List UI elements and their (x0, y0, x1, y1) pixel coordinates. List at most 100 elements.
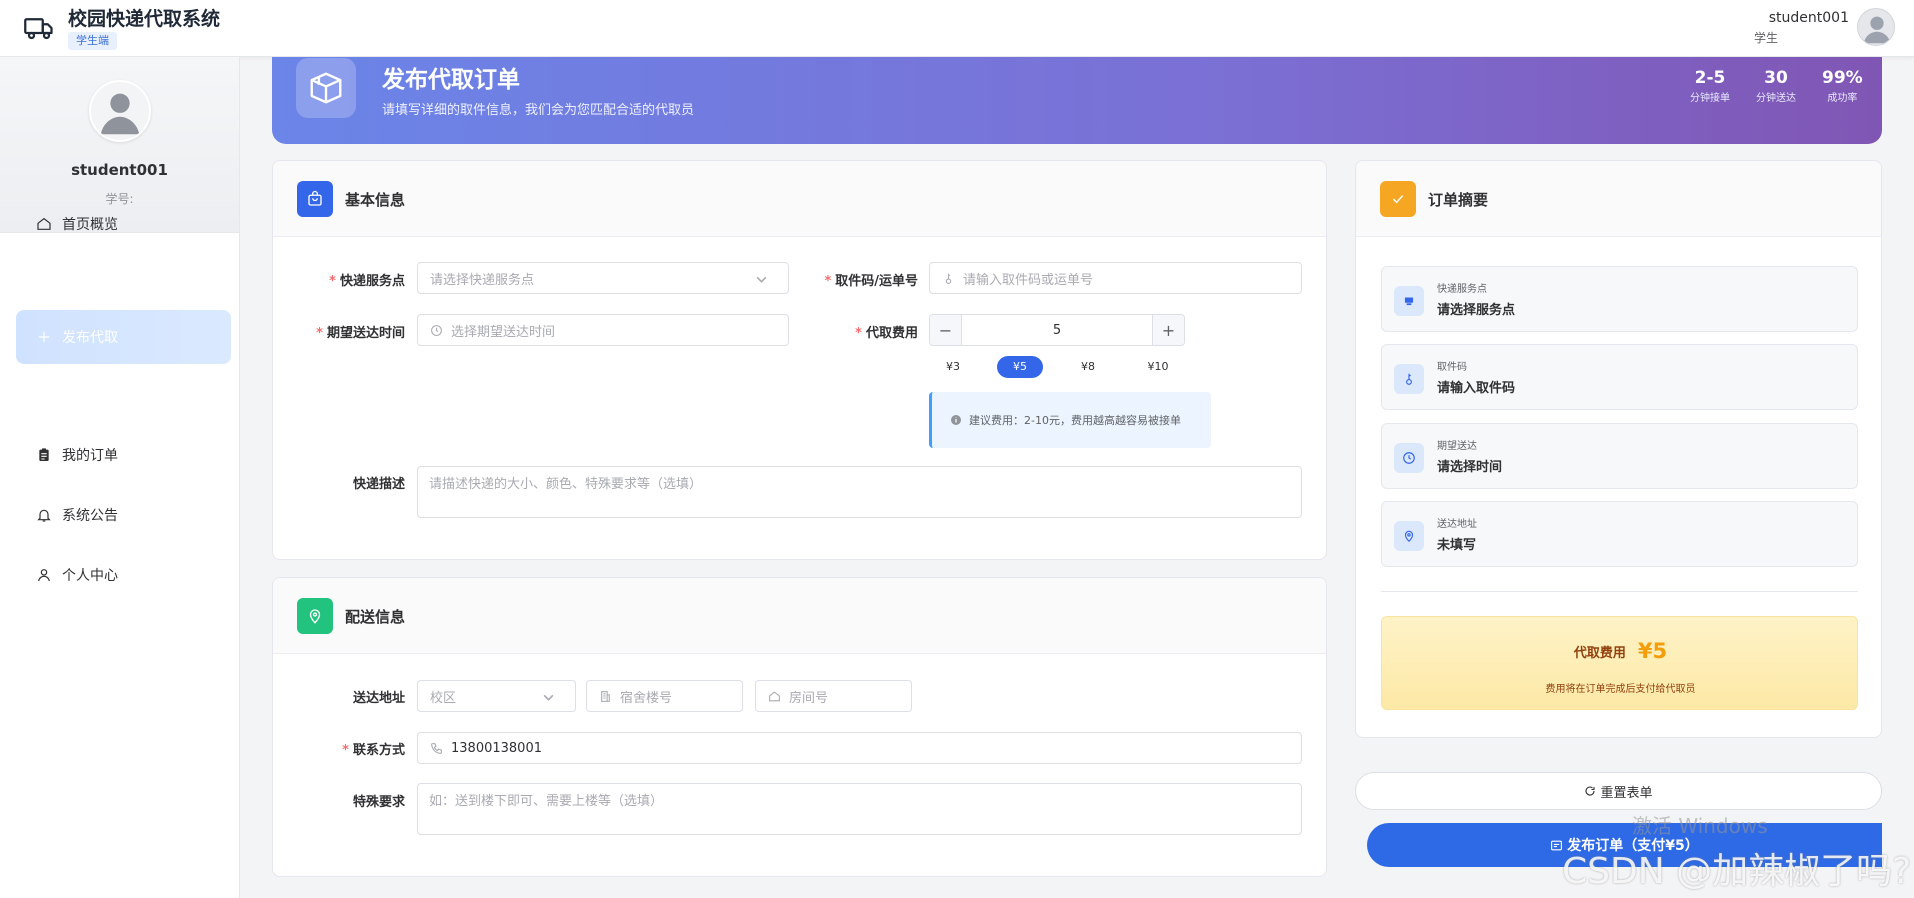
refresh-icon (1585, 786, 1596, 796)
address-label: 送达地址 (352, 691, 405, 706)
info-icon (951, 415, 961, 425)
summary-item-value: 未填写 (1437, 538, 1477, 553)
sidebar: student001 学号: 首页概览 发布代取 我的订单 系统公告 个人中心 (0, 57, 240, 898)
service-point-select[interactable]: 请选择快递服务点 (417, 262, 789, 294)
fee-preset-3[interactable]: ¥3 (930, 356, 976, 378)
user-icon (38, 569, 50, 582)
key-icon (1406, 373, 1412, 385)
pickup-code-placeholder: 请输入取件码或运单号 (963, 272, 1094, 288)
home-icon (37, 217, 51, 230)
summary-fee-box: 代取费用 ¥5 费用将在订单完成后支付给代取员 (1381, 616, 1858, 710)
key-icon (945, 273, 952, 284)
special-requirements-textarea[interactable]: 如：送到楼下即可、需要上楼等（选填） (417, 783, 1302, 835)
stat-label: 分钟送达 (1756, 93, 1796, 104)
fee-tip: 建议费用：2-10元，费用越高越容易被接单 (929, 392, 1211, 448)
sidebar-item-publish[interactable]: 发布代取 (16, 310, 231, 364)
card-header: 基本信息 (273, 161, 1326, 237)
stat-value: 30 (1764, 68, 1788, 88)
chevron-down-icon (543, 694, 554, 701)
pickup-code-input[interactable]: 请输入取件码或运单号 (929, 262, 1302, 294)
description-textarea[interactable]: 请描述快递的大小、颜色、特殊要求等（选填） (417, 466, 1302, 518)
building-input[interactable]: 宿舍楼号 (586, 680, 743, 712)
profile-avatar (89, 80, 151, 142)
avatar-icon (1863, 16, 1891, 44)
summary-item-label: 快递服务点 (1437, 284, 1487, 295)
location-pin-icon (1404, 530, 1414, 543)
header-user-name[interactable]: student001 (1769, 10, 1849, 26)
fee-increase-button[interactable]: + (1152, 315, 1184, 345)
summary-item-icon-box (1394, 443, 1424, 473)
contact-input[interactable]: 13800138001 (417, 732, 1302, 764)
stat-value: 2-5 (1694, 68, 1726, 88)
delivery-time-placeholder: 选择期望送达时间 (451, 324, 556, 340)
reset-form-button[interactable]: 重置表单 (1355, 772, 1882, 810)
summary-fee-row: 代取费用 ¥5 (1382, 639, 1859, 663)
summary-fee-label: 代取费用 (1573, 645, 1626, 661)
sidebar-item-label: 发布代取 (62, 330, 118, 346)
delivery-time-picker[interactable]: 选择期望送达时间 (417, 314, 789, 346)
summary-item-value: 请输入取件码 (1437, 381, 1516, 396)
contact-label: * 联系方式 (342, 743, 405, 758)
clock-icon (1403, 452, 1415, 464)
summary-fee-note: 费用将在订单完成后支付给代取员 (1545, 684, 1696, 695)
fee-tip-text: 建议费用：2-10元，费用越高越容易被接单 (969, 414, 1181, 427)
app-title: 校园快递代取系统 (68, 8, 221, 30)
fee-label: * 代取费用 (855, 326, 918, 341)
summary-divider (1381, 591, 1858, 592)
bag-icon (308, 190, 322, 206)
sidebar-item-profile[interactable]: 个人中心 (16, 548, 231, 602)
bell-icon (37, 509, 51, 522)
sidebar-item-announcements[interactable]: 系统公告 (16, 488, 231, 542)
campus-select[interactable]: 校区 (417, 680, 576, 712)
plus-icon (38, 331, 50, 343)
summary-item-icon-box (1394, 364, 1424, 394)
reset-form-label: 重置表单 (1600, 785, 1653, 801)
fee-preset-8[interactable]: ¥8 (1065, 356, 1111, 378)
header-avatar[interactable] (1857, 8, 1895, 46)
csdn-watermark: CSDN @加辣椒了吗? (1562, 851, 1912, 892)
windows-activation-watermark: 激活 Windows (1632, 814, 1768, 838)
summary-item-value: 请选择服务点 (1437, 303, 1516, 318)
room-input[interactable]: 房间号 (755, 680, 912, 712)
store-icon (1404, 297, 1414, 306)
header-user-role: 学生 (1754, 31, 1779, 45)
page-banner: 发布代取订单 请填写详细的取件信息，我们会为您匹配合适的代取员 2-5 分钟接单… (272, 57, 1882, 144)
summary-icon-box (1380, 181, 1416, 217)
summary-item-label: 送达地址 (1437, 519, 1477, 530)
sidebar-item-label: 首页概览 (62, 217, 118, 233)
stat-label: 分钟接单 (1690, 93, 1730, 104)
sidebar-item-home[interactable]: 首页概览 (16, 197, 231, 251)
special-requirements-placeholder: 如：送到楼下即可、需要上楼等（选填） (429, 794, 664, 809)
summary-item-label: 期望送达 (1437, 441, 1477, 452)
clipboard-icon (39, 448, 49, 461)
fee-preset-10[interactable]: ¥10 (1135, 356, 1181, 378)
card-title: 订单摘要 (1428, 191, 1489, 209)
sidebar-item-label: 个人中心 (62, 568, 118, 584)
stat-success-rate: 99% 成功率 (1822, 68, 1863, 104)
fee-decrease-button[interactable]: − (930, 315, 962, 345)
pickup-code-label: * 取件码/运单号 (824, 274, 918, 289)
summary-item-icon-box (1394, 521, 1424, 551)
order-summary-card: 订单摘要 快递服务点 请选择服务点 取件码 请输入取件码 期望送达 请选择时间 … (1355, 160, 1882, 738)
fee-preset-5[interactable]: ¥5 (997, 356, 1043, 378)
truck-icon (24, 18, 53, 40)
card-title: 配送信息 (345, 608, 406, 626)
summary-item-label: 取件码 (1437, 362, 1467, 373)
special-requirements-label: 特殊要求 (352, 795, 405, 810)
contact-value: 13800138001 (451, 740, 542, 756)
home-icon (769, 690, 780, 701)
summary-item-pickup-code: 取件码 请输入取件码 (1381, 344, 1858, 410)
sidebar-item-label: 我的订单 (62, 448, 118, 464)
summary-item-address: 送达地址 未填写 (1381, 501, 1858, 567)
package-icon (310, 72, 342, 104)
fee-value-input[interactable]: 5 (962, 323, 1152, 338)
avatar-icon (100, 93, 140, 135)
clock-icon (431, 324, 442, 336)
location-pin-icon (309, 609, 321, 624)
summary-item-value: 请选择时间 (1437, 460, 1503, 475)
sidebar-item-orders[interactable]: 我的订单 (16, 428, 231, 482)
delivery-time-label: * 期望送达时间 (316, 326, 405, 341)
card-title: 基本信息 (345, 191, 406, 209)
summary-item-delivery-time: 期望送达 请选择时间 (1381, 423, 1858, 489)
stat-value: 99% (1822, 68, 1863, 88)
